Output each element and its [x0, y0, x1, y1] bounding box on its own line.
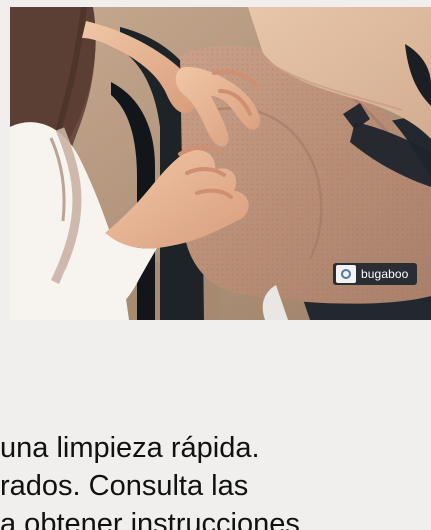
- description-line-1: una limpieza rápida.: [0, 432, 260, 464]
- page: bugaboo una limpieza rápida. rados. Cons…: [0, 0, 431, 530]
- description-line-3: a obtener instrucciones: [0, 508, 300, 530]
- circle-badge-icon: [336, 265, 356, 283]
- description-line-2: rados. Consulta las: [0, 470, 249, 502]
- brand-name: bugaboo: [361, 267, 409, 281]
- description-text: una limpieza rápida. rados. Consulta las…: [0, 429, 431, 530]
- product-photo: bugaboo: [10, 7, 431, 320]
- brand-tag: bugaboo: [333, 263, 417, 285]
